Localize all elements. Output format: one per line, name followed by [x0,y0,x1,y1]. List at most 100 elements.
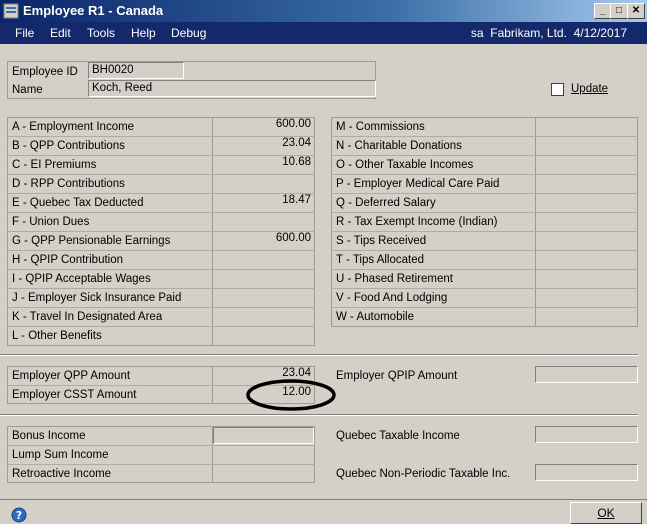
close-button[interactable]: ✕ [627,3,645,19]
box-value[interactable] [536,117,637,134]
employee-id-label: Employee ID [12,66,78,78]
retroactive-income-label: Retroactive Income [12,468,112,480]
box-value[interactable] [536,155,637,172]
box-label: S - Tips Received [336,235,427,247]
box-label: N - Charitable Donations [336,140,462,152]
row-line [331,231,638,232]
title-bar: Employee R1 - Canada _ □ ✕ [0,0,647,22]
box-value[interactable] [213,307,314,324]
row-line [7,212,315,213]
box-value[interactable] [536,307,637,324]
box-value[interactable] [213,269,314,286]
other-row-line-2 [7,464,315,465]
box-value[interactable] [213,288,314,305]
menu-help[interactable]: Help [131,26,156,40]
svg-text:?: ? [16,509,22,522]
menu-debug[interactable]: Debug [171,26,206,40]
box-value[interactable] [213,326,314,343]
quebec-non-periodic-field[interactable] [535,464,638,481]
box-value[interactable] [536,288,637,305]
status-bar-divider [0,499,647,500]
update-label[interactable]: Update [571,83,608,95]
row-line [7,250,315,251]
box-label: T - Tips Allocated [336,254,424,266]
menu-edit[interactable]: Edit [50,26,71,40]
menu-bar: File Edit Tools Help Debug sa Fabrikam, … [0,22,647,44]
box-label: M - Commissions [336,121,425,133]
update-checkbox[interactable] [551,83,564,96]
box-label: P - Employer Medical Care Paid [336,178,500,190]
box-label: U - Phased Retirement [336,273,453,285]
box-label: J - Employer Sick Insurance Paid [12,292,182,304]
row-line [331,136,638,137]
box-value[interactable]: 600.00 [213,231,314,248]
name-field[interactable]: Koch, Reed [88,80,376,97]
user-date: 4/12/2017 [573,26,627,40]
box-label: L - Other Benefits [12,330,102,342]
row-line [331,269,638,270]
box-label: Q - Deferred Salary [336,197,436,209]
employer-qpip-label: Employer QPIP Amount [336,370,458,382]
row-line [7,307,315,308]
ok-button[interactable]: OK [570,502,642,524]
menu-file[interactable]: File [15,26,34,40]
employer-qpip-field[interactable] [535,366,638,383]
separator-1 [0,354,638,356]
box-value[interactable] [213,250,314,267]
quebec-taxable-income-label: Quebec Taxable Income [336,430,460,442]
box-label: R - Tax Exempt Income (Indian) [336,216,498,228]
box-label: V - Food And Lodging [336,292,448,304]
box-value[interactable] [536,212,637,229]
row-line [331,307,638,308]
quebec-taxable-income-field[interactable] [535,426,638,443]
box-value[interactable]: 18.47 [213,193,314,210]
employee-id-field[interactable]: BH0020 [88,62,184,79]
box-value[interactable] [213,212,314,229]
box-value[interactable]: 600.00 [213,117,314,134]
box-label: F - Union Dues [12,216,90,228]
box-value[interactable] [536,136,637,153]
row-line [7,136,315,137]
row-line [7,288,315,289]
bonus-income-field[interactable] [213,427,314,444]
bonus-income-label: Bonus Income [12,430,86,442]
row-line [331,155,638,156]
box-value[interactable] [213,174,314,191]
box-value[interactable] [536,193,637,210]
box-value[interactable]: 23.04 [213,136,314,153]
box-label: C - EI Premiums [12,159,97,171]
row-line [331,174,638,175]
app-icon [3,3,19,19]
row-line [7,155,315,156]
row-line [331,288,638,289]
help-icon[interactable]: ? [11,507,27,523]
menu-tools[interactable]: Tools [87,26,115,40]
box-value[interactable] [536,174,637,191]
box-value[interactable] [536,231,637,248]
company-name: Fabrikam, Ltd. [490,26,567,40]
box-label: K - Travel In Designated Area [12,311,163,323]
employer-csst-label: Employer CSST Amount [12,389,137,401]
row-line [7,193,315,194]
quebec-non-periodic-label: Quebec Non-Periodic Taxable Inc. [336,468,511,480]
separator-2 [0,414,638,416]
box-value[interactable] [536,250,637,267]
ok-label: OK [597,506,615,520]
window-title: Employee R1 - Canada [23,3,164,18]
box-value[interactable]: 10.68 [213,155,314,172]
row-line [331,193,638,194]
box-label: G - QPP Pensionable Earnings [12,235,171,247]
lump-sum-income-label: Lump Sum Income [12,449,109,461]
box-label: A - Employment Income [12,121,135,133]
row-line [7,326,315,327]
name-label: Name [12,84,43,96]
box-label: E - Quebec Tax Deducted [12,197,144,209]
row-line [331,212,638,213]
annotation-ellipse [246,379,336,411]
maximize-button[interactable]: □ [610,3,628,19]
row-line [7,231,315,232]
box-label: B - QPP Contributions [12,140,125,152]
other-row-line-1 [7,445,315,446]
box-value[interactable] [536,269,637,286]
user-company-date: sa Fabrikam, Ltd. 4/12/2017 [471,26,627,40]
